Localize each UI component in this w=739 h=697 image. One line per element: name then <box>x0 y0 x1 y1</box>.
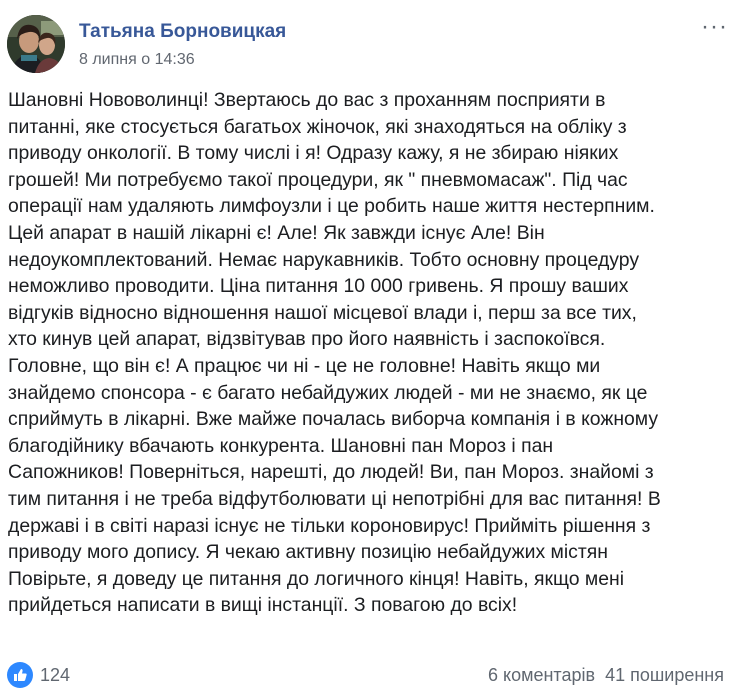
avatar-photo <box>7 15 65 73</box>
footer-stats: 6 коментарів 41 поширення <box>488 665 724 686</box>
shares-count-link[interactable]: 41 поширення <box>605 665 724 685</box>
post-body: Шановні Нововолинці! Звертаюсь до вас з … <box>8 87 730 619</box>
post-text-line: прийдеться написати в вищі інстанції. З … <box>8 594 518 617</box>
post-text-line: хто кинув цей апарат, відзвітував про йо… <box>8 328 606 351</box>
author-name-link[interactable]: Татьяна Борновицкая <box>79 21 286 43</box>
post-timestamp[interactable]: 8 липня о 14:36 <box>79 51 195 69</box>
thumbs-up-glyph <box>14 669 27 681</box>
comments-count-link[interactable]: 6 коментарів <box>488 665 595 685</box>
post-text-line: операції нам удаляють лимфоузли і це роб… <box>8 195 655 218</box>
post-text-line: питанні, яке стосується багатьох жіночок… <box>8 115 627 138</box>
post-text-line: відгуків відносно відношення нашої місце… <box>8 301 637 324</box>
post-text-line: сприймуть в лікарні. Вже майже почалась … <box>8 408 659 431</box>
post-text-line: приводу онкології. В тому числі і я! Одр… <box>8 142 619 165</box>
like-count[interactable]: 124 <box>40 665 70 686</box>
post-text-line: знайдемо спонсора - є багато небайдужих … <box>8 381 648 404</box>
post-text-line: державі і в світі наразі існує не тільки… <box>8 514 651 537</box>
post-text-line: приводу мого допису. Я чекаю активну поз… <box>8 541 608 564</box>
post-text-line: грошей! Ми потребуємо такої процедури, я… <box>8 168 628 191</box>
post-text-line: благодійнику вбачають конкурента. Шановн… <box>8 434 554 457</box>
post-text-line: Повірьте, я доведу це питання до логично… <box>8 567 625 590</box>
post-text-line: тим питання і не треба відфутболювати ці… <box>8 487 661 510</box>
post-text-line: Головне, що він є! А працює чи ні - це н… <box>8 354 601 377</box>
post-header: Татьяна Борновицкая 8 липня о 14:36 ··· <box>7 15 732 75</box>
thumbs-up-icon[interactable] <box>7 662 33 688</box>
facebook-post: Татьяна Борновицкая 8 липня о 14:36 ··· … <box>0 0 739 697</box>
post-footer: 124 6 коментарів 41 поширення <box>7 662 732 692</box>
post-text-line: недоукомплектований. Немає нарукавників.… <box>8 248 640 271</box>
more-dots-icon[interactable]: ··· <box>701 15 728 39</box>
author-avatar[interactable] <box>7 15 65 73</box>
post-text-line: Сапожников! Поверніться, нарешті, до люд… <box>8 461 654 484</box>
post-text-line: неможливо проводити. Ціна питання 10 000… <box>8 275 629 298</box>
post-text-line: Цей апарат в нашій лікарні є! Але! Як за… <box>8 221 545 244</box>
post-text-line: Шановні Нововолинці! Звертаюсь до вас з … <box>8 89 606 111</box>
